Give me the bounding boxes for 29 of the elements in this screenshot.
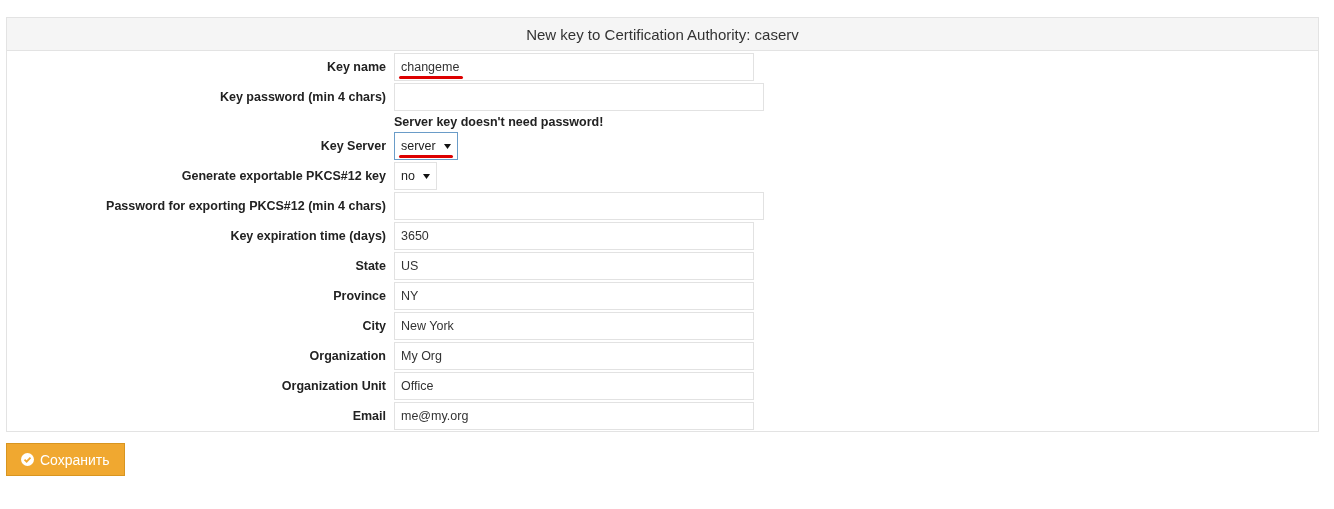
password-note: Server key doesn't need password! [394,114,604,129]
input-field[interactable]: changeme [394,53,754,81]
check-circle-icon [21,453,34,466]
field-label: State [355,259,386,273]
input-field[interactable] [394,192,764,220]
field-label: Key name [326,60,386,74]
input-field[interactable]: New York [394,312,754,340]
input-field[interactable] [394,83,764,111]
field-label: Key Server [320,139,386,153]
panel-title: New key to Certification Authority: caserv [526,25,799,43]
field-label: Key password (min 4 chars) [219,90,386,104]
select-field[interactable]: no [394,162,437,190]
field-label: City [362,319,386,333]
field-label: Province [333,289,386,303]
select-field[interactable]: server [394,132,458,160]
input-field[interactable]: My Org [394,342,754,370]
field-label: Generate exportable PKCS#12 key [181,169,386,183]
field-label: Email [352,409,386,423]
caret-icon [443,143,451,149]
input-field[interactable]: Office [394,372,754,400]
input-field[interactable]: me@my.org [394,402,754,430]
caret-icon [422,173,430,179]
field-label: Organization [309,349,386,363]
field-label: Password for exporting PKCS#12 (min 4 chars) [106,199,386,213]
input-field[interactable]: US [394,252,754,280]
input-field[interactable]: 3650 [394,222,754,250]
input-field[interactable]: NY [394,282,754,310]
field-label: Key expiration time (days) [230,229,386,243]
field-label: Organization Unit [281,379,386,393]
